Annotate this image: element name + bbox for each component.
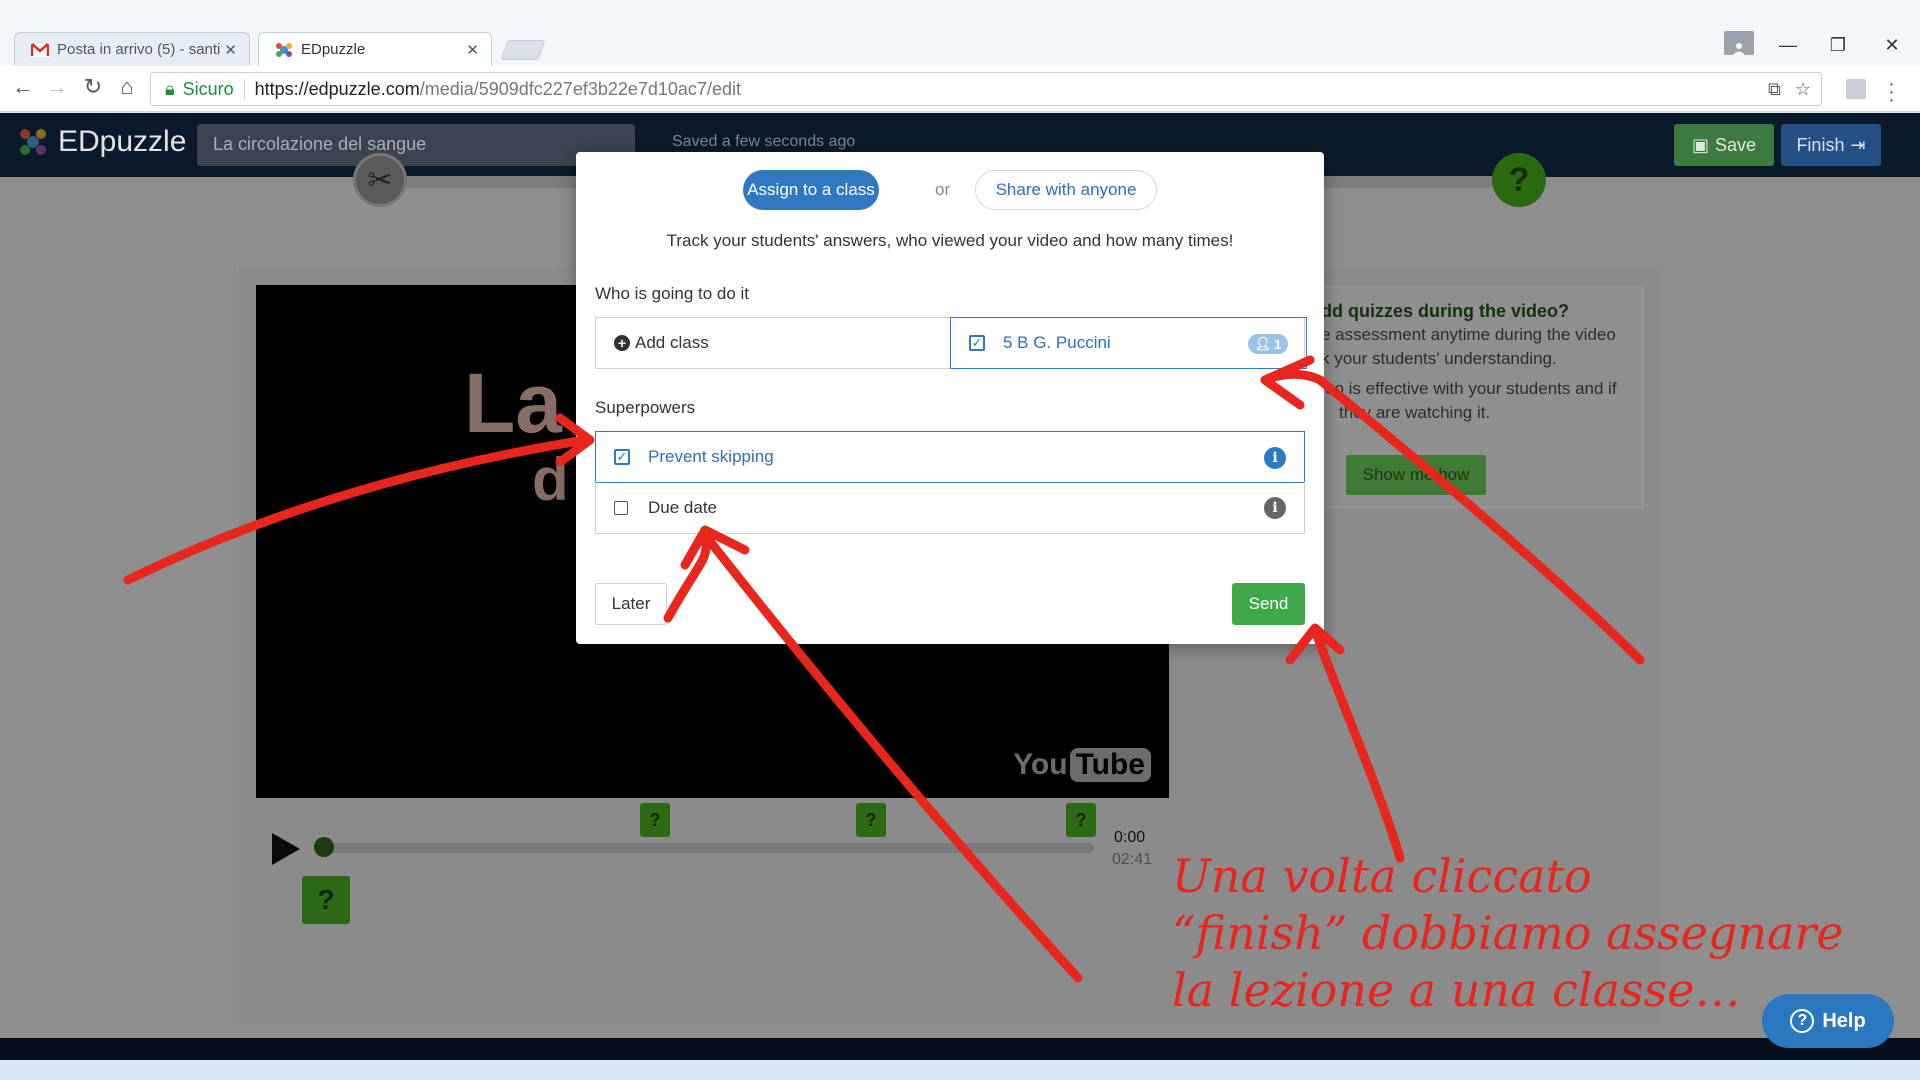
quiz-marker[interactable]: ? (1066, 803, 1096, 837)
save-button[interactable]: ▣ Save (1674, 124, 1774, 166)
tip-text: they are watching it. (1339, 403, 1491, 422)
current-time: 0:00 (1114, 829, 1146, 846)
profile-icon[interactable] (1724, 31, 1754, 55)
save-label: Save (1714, 134, 1757, 155)
add-question-button[interactable]: ? (302, 876, 350, 924)
edpuzzle-logo-icon (20, 129, 46, 155)
restore-icon[interactable]: ❐ (1820, 30, 1856, 60)
divider (243, 79, 245, 99)
assign-modal: Assign to a class or Share with anyone T… (576, 152, 1324, 644)
close-window-icon[interactable]: ✕ (1874, 30, 1910, 60)
secure-label: Sicuro (182, 78, 234, 99)
minimize-icon[interactable]: — (1770, 30, 1806, 60)
tip-text: e assessment anytime during the video (1321, 325, 1616, 344)
video-timeline[interactable] (322, 843, 1094, 853)
or-label: or (935, 180, 951, 199)
url-path: /media/5909dfc227ef3b22e7d10ac7/edit (419, 78, 741, 99)
tip-heading: dd quizzes during the video? (1321, 301, 1570, 321)
back-icon[interactable]: ← (8, 72, 38, 102)
url-domain: https://edpuzzle.com (254, 78, 420, 99)
caption-line: la lezione a una classe… (1172, 963, 1741, 1017)
who-heading: Who is going to do it (595, 284, 750, 303)
quiz-marker[interactable]: ? (856, 803, 886, 837)
app-footer (0, 1038, 1920, 1060)
floppy-icon: ▣ (1691, 134, 1709, 155)
playhead-handle[interactable] (314, 837, 334, 857)
prevent-skipping-option[interactable]: ✓ Prevent skipping i (595, 431, 1305, 483)
caption-line: “finish” dobbiamo assegnare (1172, 906, 1844, 960)
class-option-5b[interactable]: ✓ 5 B G. Puccini 👤︎ 1 (950, 317, 1307, 369)
youtube-label: Tube (1069, 748, 1151, 782)
quiz-step-icon[interactable]: ? (1492, 153, 1546, 207)
youtube-logo[interactable]: You Tube (1013, 748, 1151, 782)
add-class-button[interactable]: + Add class (596, 318, 950, 368)
checkbox-checked-icon[interactable]: ✓ (969, 335, 985, 351)
help-button[interactable]: ? Help (1762, 994, 1894, 1048)
exit-icon: ⇥ (1850, 134, 1866, 155)
checkbox-unchecked-icon[interactable] (614, 500, 628, 515)
tip-text: eo is effective with your students and i… (1325, 379, 1617, 398)
finish-button[interactable]: Finish ⇥ (1781, 124, 1881, 166)
show-me-how-button[interactable]: Show me how (1346, 455, 1486, 495)
tip-text: k your students' understanding. (1321, 349, 1557, 368)
class-name: 5 B G. Puccini (1003, 333, 1111, 352)
youtube-label: You (1013, 748, 1068, 781)
student-count-badge: 👤︎ 1 (1248, 334, 1288, 354)
quiz-marker[interactable]: ? (640, 803, 670, 837)
assign-to-class-tab[interactable]: Assign to a class (743, 170, 879, 210)
add-class-label: Add class (635, 333, 709, 352)
student-count: 1 (1274, 336, 1282, 352)
checkbox-checked-icon[interactable]: ✓ (614, 449, 630, 465)
annotation-caption: Una volta cliccato “finish” dobbiamo ass… (1172, 848, 1844, 1019)
browser-menu-icon[interactable]: · · · (1888, 74, 1895, 110)
video-duration: 02:41 (1112, 851, 1153, 868)
scissors-icon[interactable]: ✂ (353, 153, 407, 207)
info-icon[interactable]: i (1264, 497, 1286, 519)
later-button[interactable]: Later (595, 583, 667, 625)
share-with-anyone-tab[interactable]: Share with anyone (975, 170, 1157, 210)
forward-icon[interactable]: → (42, 72, 72, 102)
new-tab-button[interactable] (500, 40, 546, 60)
edpuzzle-logo[interactable]: EDpuzzle (18, 125, 186, 159)
tab-gmail[interactable]: Posta in arrivo (5) - santi ✕ (14, 32, 250, 66)
finish-label: Finish (1796, 134, 1845, 155)
lock-icon: 🔒︎ (165, 78, 175, 99)
close-tab-icon[interactable]: ✕ (466, 41, 479, 59)
help-label: Help (1822, 1009, 1866, 1032)
play-icon[interactable] (272, 833, 300, 865)
tab-edpuzzle[interactable]: EDpuzzle ✕ (258, 32, 492, 66)
info-icon[interactable]: i (1264, 447, 1286, 469)
star-icon[interactable]: ☆ (1795, 79, 1811, 100)
taskbar-strip (0, 1060, 1920, 1080)
address-bar[interactable]: 🔒︎ Sicuro https://edpuzzle.com /media/59… (150, 72, 1822, 106)
quiz-tip-card: dd quizzes during the video? e assessmen… (1320, 286, 1644, 508)
modal-description: Track your students' answers, who viewed… (666, 231, 1234, 250)
lesson-title-input[interactable]: La circolazione del sangue (197, 124, 635, 166)
screen: Posta in arrivo (5) - santi ✕ EDpuzzle ✕… (0, 0, 1920, 1080)
prevent-skipping-label: Prevent skipping (648, 447, 774, 466)
due-date-option[interactable]: Due date i (595, 482, 1305, 534)
gmail-icon (31, 41, 49, 59)
extension-icon[interactable] (1846, 79, 1866, 99)
browser-titlebar: Posta in arrivo (5) - santi ✕ EDpuzzle ✕… (0, 0, 1920, 66)
send-button[interactable]: Send (1232, 583, 1305, 625)
tab-title: EDpuzzle (301, 41, 366, 58)
user-icon: 👤︎ (1254, 336, 1272, 351)
caption-line: Una volta cliccato (1172, 849, 1592, 903)
superpowers-heading: Superpowers (595, 398, 696, 417)
translate-icon[interactable]: ⧉ (1768, 79, 1781, 100)
tab-title: Posta in arrivo (5) - santi (57, 41, 221, 58)
close-tab-icon[interactable]: ✕ (224, 41, 237, 59)
video-title-text: d (532, 446, 569, 513)
browser-toolbar: ← → ↻ ⌂ 🔒︎ Sicuro https://edpuzzle.com /… (0, 66, 1920, 112)
saved-status: Saved a few seconds ago (672, 133, 856, 150)
logo-text: EDpuzzle (58, 125, 187, 158)
class-selector: + Add class ✓ 5 B G. Puccini 👤︎ 1 (595, 317, 1307, 369)
edpuzzle-icon (275, 41, 293, 59)
question-icon: ? (1790, 1009, 1815, 1033)
due-date-label: Due date (648, 497, 717, 517)
reload-icon[interactable]: ↻ (78, 72, 108, 102)
plus-circle-icon: + (614, 335, 630, 351)
home-icon[interactable]: ⌂ (112, 72, 142, 102)
